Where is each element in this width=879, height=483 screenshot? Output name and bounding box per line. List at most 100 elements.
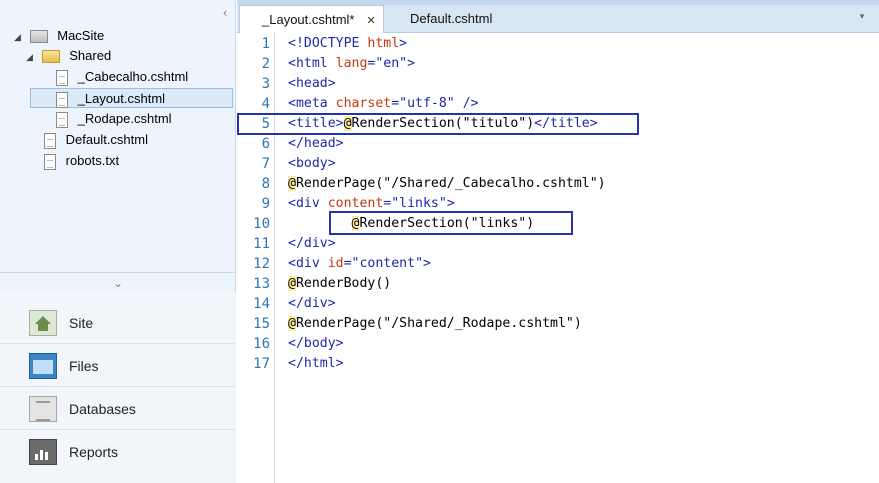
code-token: "links" <box>391 196 447 211</box>
tree-item-robots[interactable]: robots.txt <box>44 151 119 171</box>
nav-item-label: Files <box>69 358 99 374</box>
tree-item-label: _Layout.cshtml <box>77 91 166 106</box>
tree-item-macsite[interactable]: ◢ MacSite <box>14 26 104 46</box>
tab-default-cshtml[interactable]: Default.cshtml <box>410 5 530 33</box>
tab-list-dropdown-icon[interactable]: ▾ <box>857 12 867 22</box>
expand-arrow-icon[interactable]: ◢ <box>14 27 26 47</box>
line-number: 3 <box>261 76 270 92</box>
code-line[interactable]: </head> <box>288 134 344 154</box>
code-token: <html <box>288 56 336 71</box>
nav-item-reports[interactable]: Reports <box>0 431 235 473</box>
code-token: /> <box>454 96 479 111</box>
code-line[interactable]: <head> <box>288 74 336 94</box>
line-number: 11 <box>253 236 270 252</box>
razor-marker: @ <box>288 316 296 331</box>
code-token: > <box>399 36 408 51</box>
line-number: 13 <box>253 276 270 292</box>
code-line[interactable]: </div> <box>288 294 336 314</box>
line-number: 14 <box>253 296 270 312</box>
line-number: 6 <box>261 136 270 152</box>
code-token: <head> <box>288 76 336 91</box>
tree-item-label: MacSite <box>57 28 105 43</box>
code-token: "utf-8" <box>399 96 455 111</box>
nav-item-databases[interactable]: Databases <box>0 388 235 430</box>
line-number: 1 <box>261 36 270 52</box>
site-icon <box>29 30 48 44</box>
line-number: 15 <box>253 316 270 332</box>
code-token: </body> <box>288 336 344 351</box>
file-icon <box>56 69 68 86</box>
files-nav-icon <box>29 353 57 379</box>
code-token: > <box>407 56 416 71</box>
file-icon <box>56 111 68 128</box>
code-token: "en" <box>375 56 408 71</box>
line-number: 4 <box>261 96 270 112</box>
code-token: <div <box>288 256 328 271</box>
line-number: 10 <box>253 216 270 232</box>
close-icon[interactable]: ✕ <box>367 15 376 27</box>
reports-nav-icon <box>29 439 57 465</box>
tree-item-layout[interactable]: _Layout.cshtml <box>30 88 233 108</box>
code-token: <div <box>288 196 328 211</box>
code-token: <!DOCTYPE <box>288 36 368 51</box>
code-token: > <box>423 256 431 271</box>
annotation-box-title <box>237 113 639 135</box>
code-line[interactable]: </body> <box>288 334 344 354</box>
code-token: charset <box>335 96 392 111</box>
tree-item-label: robots.txt <box>65 153 120 168</box>
expand-arrow-icon[interactable]: ◢ <box>26 47 38 67</box>
code-token: lang <box>335 56 368 71</box>
nav-item-label: Site <box>69 315 94 331</box>
code-line[interactable]: <html lang="en"> <box>288 54 415 74</box>
nav-item-site[interactable]: Site <box>0 302 235 344</box>
code-token: content <box>327 196 384 211</box>
code-token: html <box>367 36 400 51</box>
line-number: 2 <box>261 56 270 72</box>
nav-item-files[interactable]: Files <box>0 345 235 387</box>
code-token: id <box>327 256 344 271</box>
code-line[interactable]: @RenderBody() <box>288 274 391 294</box>
collapse-pane-icon[interactable]: ‹ <box>218 6 232 20</box>
code-line[interactable]: @RenderPage("/Shared/_Cabecalho.cshtml") <box>288 174 606 194</box>
tree-item-shared[interactable]: ◢ Shared <box>26 46 111 66</box>
code-line[interactable]: <body> <box>288 154 336 174</box>
line-number: 17 <box>253 356 270 372</box>
annotation-box-links <box>329 211 573 235</box>
tree-item-label: _Cabecalho.cshtml <box>77 69 189 84</box>
tree-item-label: Shared <box>69 48 112 63</box>
razor-marker: @ <box>288 176 296 191</box>
code-line[interactable]: </html> <box>288 354 344 374</box>
tree-item-default[interactable]: Default.cshtml <box>44 130 148 150</box>
code-line[interactable]: <!DOCTYPE html> <box>288 34 407 54</box>
code-token: "content" <box>351 256 424 271</box>
code-token: <body> <box>288 156 336 171</box>
databases-nav-icon <box>29 396 57 422</box>
code-token: = <box>391 96 400 111</box>
code-editor[interactable]: 1 2 3 4 5 6 7 8 9 10 11 12 13 14 15 16 17 <!DOCTYPE html… <box>237 33 879 483</box>
tab-label: Default.cshtml <box>410 11 493 26</box>
file-icon <box>56 91 68 108</box>
tree-item-label: _Rodape.cshtml <box>77 111 172 126</box>
site-nav-icon <box>29 310 57 336</box>
code-token: > <box>446 196 455 211</box>
left-pane: ‹ ◢ MacSite ◢ Shared _Cabecalho.cshtml _… <box>0 0 236 483</box>
line-number: 7 <box>261 156 270 172</box>
file-icon <box>44 153 56 170</box>
pane-splitter[interactable]: ⌄ <box>0 272 236 293</box>
code-token: RenderBody() <box>295 276 392 291</box>
tab-label: _Layout.cshtml* <box>262 12 355 27</box>
line-number-gutter: 1 2 3 4 5 6 7 8 9 10 11 12 13 14 15 16 17 <box>237 33 275 483</box>
code-line[interactable]: </div> <box>288 234 336 254</box>
tree-item-cabecalho[interactable]: _Cabecalho.cshtml <box>56 67 188 87</box>
chevron-down-icon[interactable]: ⌄ <box>113 276 123 290</box>
code-line[interactable]: <meta charset="utf-8" /> <box>288 94 479 114</box>
code-line[interactable]: <div id="content"> <box>288 254 431 274</box>
tab-layout-cshtml[interactable]: _Layout.cshtml* ✕ <box>239 5 384 33</box>
code-line[interactable]: @RenderPage("/Shared/_Rodape.cshtml") <box>288 314 582 334</box>
file-icon <box>44 132 56 149</box>
code-token: <meta <box>288 96 336 111</box>
tree-item-rodape[interactable]: _Rodape.cshtml <box>56 109 172 129</box>
code-token: </div> <box>288 236 336 251</box>
razor-marker: @ <box>288 276 296 291</box>
nav-item-label: Databases <box>69 401 136 417</box>
